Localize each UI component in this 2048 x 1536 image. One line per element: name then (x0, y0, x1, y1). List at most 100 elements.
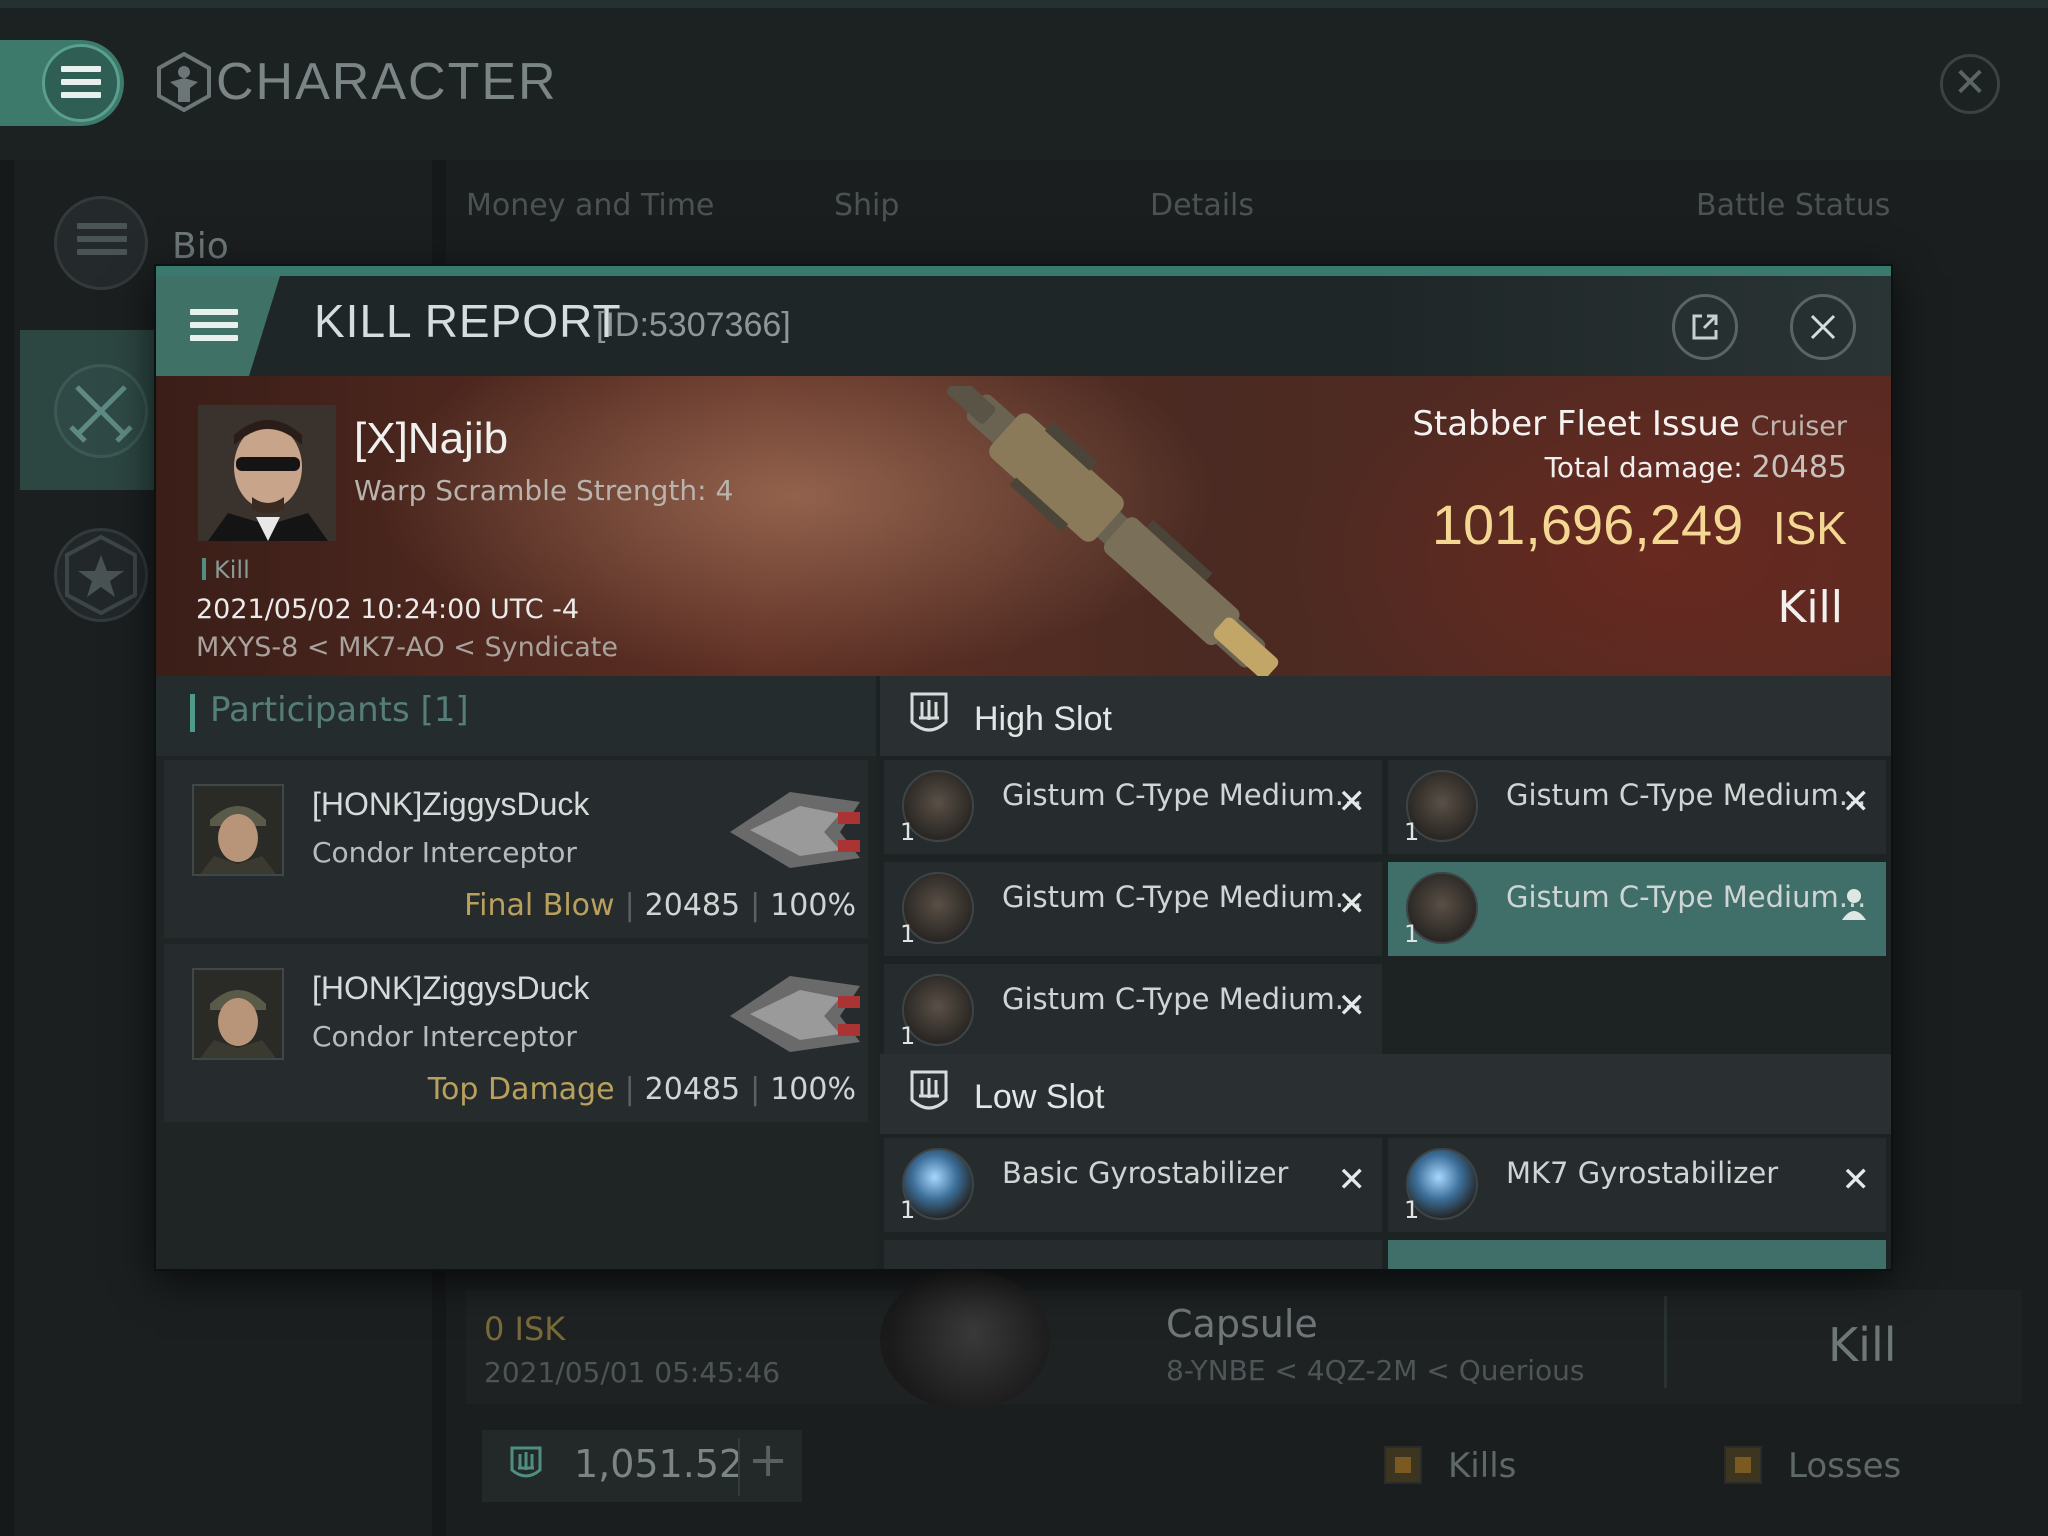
participant-row[interactable]: [HONK]ZiggysDuck Condor Interceptor Top … (164, 944, 868, 1122)
destroyed-icon: ✕ (1337, 782, 1367, 822)
isk-unit: ISK (1772, 502, 1847, 554)
total-damage-label: Total damage: (1544, 451, 1743, 484)
dialog-accent-line (156, 266, 1891, 276)
destroyed-icon: ✕ (1337, 884, 1367, 924)
top-bar-line (0, 0, 2048, 8)
participant-name[interactable]: [HONK]ZiggysDuck (312, 786, 589, 823)
external-link-icon (1692, 314, 1718, 340)
close-icon (1810, 314, 1836, 340)
participant-stats: Final Blow | 20485 | 100% (464, 888, 856, 923)
losses-legend-icon (1724, 1446, 1762, 1484)
combat-button[interactable] (54, 364, 148, 458)
participants-marker (190, 694, 195, 732)
participant-percent: 100% (770, 1072, 856, 1107)
menu-icon (61, 66, 101, 98)
module-item[interactable]: 1 Gistum C-Type Medium... ✕ (884, 964, 1382, 1058)
victim-ship[interactable]: Stabber Fleet Issue Cruiser (1412, 404, 1847, 444)
participant-avatar (192, 784, 284, 876)
module-item[interactable]: 1 MK7 Gyrostabilizer ✕ (1388, 1138, 1886, 1232)
module-item[interactable]: 1 Gistum C-Type Medium... ✕ (884, 760, 1382, 854)
participants-label: Participants (210, 690, 410, 730)
module-item-partial[interactable] (1388, 1240, 1886, 1269)
close-icon[interactable]: ✕ (1940, 54, 2000, 114)
module-name: Gistum C-Type Medium... (1002, 982, 1363, 1016)
row-isk-value: 0 ISK (484, 1310, 566, 1348)
module-item-selected[interactable]: 1 Gistum C-Type Medium... (1388, 862, 1886, 956)
victim-portrait[interactable] (198, 405, 336, 541)
tab-details[interactable]: Details (1150, 188, 1254, 223)
menu-icon (190, 309, 238, 341)
participant-ship: Condor Interceptor (312, 836, 577, 869)
total-damage-value: 20485 (1751, 450, 1847, 485)
destroyed-icon: ✕ (1337, 1160, 1367, 1200)
participant-row[interactable]: [HONK]ZiggysDuck Condor Interceptor Fina… (164, 760, 868, 938)
wallet-value: 1,051.52 (574, 1442, 744, 1486)
dialog-title: KILL REPORT (314, 295, 622, 347)
module-name: Gistum C-Type Medium... (1002, 778, 1363, 812)
destroyed-icon: ✕ (1841, 1160, 1871, 1200)
participant-damage: 20485 (644, 1072, 741, 1107)
module-item-partial[interactable] (884, 1240, 1382, 1269)
tab-ship[interactable]: Ship (834, 188, 899, 223)
participant-stats: Top Damage | 20485 | 100% (427, 1072, 856, 1107)
tab-money-and-time[interactable]: Money and Time (466, 188, 714, 223)
medals-button[interactable] (54, 528, 148, 622)
close-button[interactable] (1790, 294, 1856, 360)
total-damage: Total damage: 20485 (1545, 450, 1847, 485)
capsule-image (880, 1270, 1050, 1410)
module-quantity: 1 (1404, 818, 1420, 846)
module-name: Gistum C-Type Medium... (1002, 880, 1363, 914)
high-slot-icon (910, 692, 948, 732)
dropped-person-icon (1842, 889, 1866, 920)
kill-location[interactable]: MXYS-8 < MK7-AO < Syndicate (196, 632, 618, 663)
module-item[interactable]: 1 Gistum C-Type Medium... ✕ (884, 862, 1382, 956)
sidebar-item-bio[interactable]: Bio (172, 226, 229, 267)
module-quantity: 1 (900, 1022, 916, 1050)
kill-tag: Kill (214, 556, 250, 584)
add-icon[interactable]: + (748, 1432, 788, 1488)
menu-icon (77, 223, 127, 255)
participant-ship: Condor Interceptor (312, 1020, 577, 1053)
module-item[interactable]: 1 Gistum C-Type Medium... ✕ (1388, 760, 1886, 854)
module-name: Gistum C-Type Medium... (1506, 880, 1867, 914)
row-date: 2021/05/01 05:45:46 (484, 1356, 781, 1389)
share-button[interactable] (1672, 294, 1738, 360)
star-icon (65, 534, 137, 616)
low-slot-title: Low Slot (974, 1078, 1105, 1116)
fitting-icon (510, 1446, 542, 1478)
isk-amount: 101,696,249 (1431, 493, 1744, 556)
module-name: Basic Gyrostabilizer (1002, 1156, 1289, 1190)
participant-role: Final Blow (464, 888, 615, 923)
victim-banner: [X]Najib Warp Scramble Strength: 4 Kill … (156, 376, 1891, 676)
ship-image (946, 386, 1279, 676)
kill-id: [ID:5307366] (596, 306, 791, 344)
victim-name[interactable]: [X]Najib (354, 414, 508, 464)
crossed-swords-icon (69, 385, 133, 443)
participant-avatar-image (194, 970, 282, 1058)
victim-ship-class: Cruiser (1750, 411, 1847, 442)
module-item[interactable]: 1 Basic Gyrostabilizer ✕ (884, 1138, 1382, 1232)
victim-subtitle: Warp Scramble Strength: 4 (354, 474, 734, 507)
tab-battle-status[interactable]: Battle Status (1696, 188, 1890, 223)
participant-avatar (192, 968, 284, 1060)
bio-menu-button[interactable] (54, 196, 148, 290)
wallet-separator (738, 1438, 740, 1496)
kills-legend-icon (1384, 1446, 1422, 1484)
high-slot-title: High Slot (974, 700, 1112, 738)
destroyed-icon: ✕ (1337, 986, 1367, 1026)
participant-ship-image (730, 976, 860, 1052)
row-divider (1664, 1296, 1667, 1388)
kill-result: Kill (1777, 582, 1843, 633)
participants-title: Participants [1] (210, 690, 469, 730)
participant-ship-image (730, 792, 860, 868)
row-result: Kill (1828, 1318, 1897, 1372)
isk-value: 101,696,249 ISK (1432, 492, 1847, 557)
losses-legend-label: Losses (1788, 1446, 1902, 1486)
kill-datetime: 2021/05/02 10:24:00 UTC -4 (196, 594, 580, 625)
main-menu-button[interactable] (42, 44, 120, 122)
participant-name[interactable]: [HONK]ZiggysDuck (312, 970, 589, 1007)
module-quantity: 1 (900, 1196, 916, 1224)
module-quantity: 1 (900, 818, 916, 846)
participant-percent: 100% (770, 888, 856, 923)
kills-legend-label: Kills (1448, 1446, 1517, 1486)
